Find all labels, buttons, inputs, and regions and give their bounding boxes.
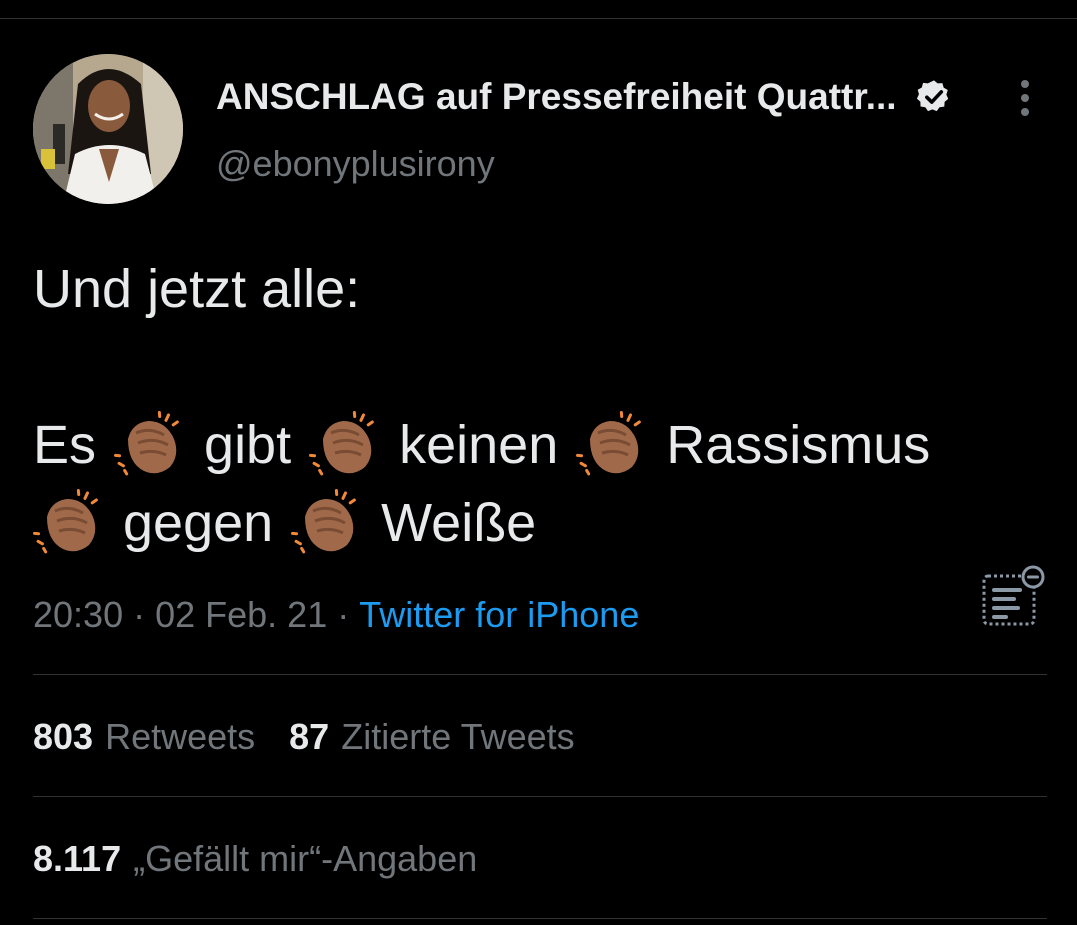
tweet-text-line-1: Und jetzt alle: (33, 259, 361, 319)
top-divider (0, 18, 1077, 19)
tweet-time: 20:30 (33, 594, 124, 635)
tweet-analytics-icon[interactable] (978, 562, 1048, 632)
likes-stat[interactable]: 8.117 „Gefällt mir“-Angaben (33, 838, 477, 880)
tweet-word: Rassismus (666, 415, 931, 475)
quotes-stat[interactable]: 87 Zitierte Tweets (289, 716, 574, 758)
tweet-date: 02 Feb. 21 (155, 594, 328, 635)
likes-label: „Gefällt mir“-Angaben (133, 838, 478, 879)
tweet-text: Und jetzt alle: Es gibt keinen Rassismus… (33, 250, 1043, 562)
retweets-count: 803 (33, 716, 94, 757)
tweet-meta: 20:30 · 02 Feb. 21 · Twitter for iPhone (33, 592, 639, 638)
quotes-count: 87 (289, 716, 330, 757)
divider (33, 674, 1047, 675)
meta-separator: · (337, 594, 350, 635)
clapping-hands-icon (576, 410, 642, 476)
tweet-word: Es (33, 415, 97, 475)
verified-badge-icon (916, 80, 948, 112)
clapping-hands-icon (114, 410, 179, 476)
clapping-hands-icon (309, 410, 374, 476)
clapping-hands-icon (291, 488, 357, 554)
tweet-word: keinen (399, 415, 559, 475)
divider (33, 918, 1047, 919)
tweet-word: gibt (204, 415, 292, 475)
tweet-word: gegen (123, 493, 274, 553)
tweet-line-3: Es gibt keinen Rassismus (33, 406, 1043, 484)
retweet-stats-row: 803 Retweets 87 Zitierte Tweets (33, 714, 609, 760)
divider (33, 796, 1047, 797)
author-name-row[interactable]: ANSCHLAG auf Pressefreiheit Quattr... (216, 74, 953, 120)
tweet-line-4: gegen Weiße (33, 484, 1043, 562)
tweet-line-1: Und jetzt alle: (33, 250, 1043, 328)
likes-stats-row: 8.117 „Gefällt mir“-Angaben (33, 836, 511, 882)
author-handle[interactable]: @ebonyplusirony (216, 143, 495, 185)
more-options-icon[interactable] (1010, 78, 1040, 118)
tweet-word: Weiße (381, 493, 537, 553)
quotes-label: Zitierte Tweets (341, 716, 575, 757)
clapping-hands-icon (33, 488, 98, 554)
avatar-photo (33, 54, 183, 204)
meta-separator: · (133, 594, 146, 635)
retweets-label: Retweets (105, 716, 256, 757)
tweet-source-link[interactable]: Twitter for iPhone (359, 594, 639, 636)
likes-count: 8.117 (33, 838, 122, 879)
retweets-stat[interactable]: 803 Retweets (33, 716, 255, 758)
author-display-name[interactable]: ANSCHLAG auf Pressefreiheit Quattr... (216, 76, 897, 118)
avatar[interactable] (33, 54, 183, 204)
